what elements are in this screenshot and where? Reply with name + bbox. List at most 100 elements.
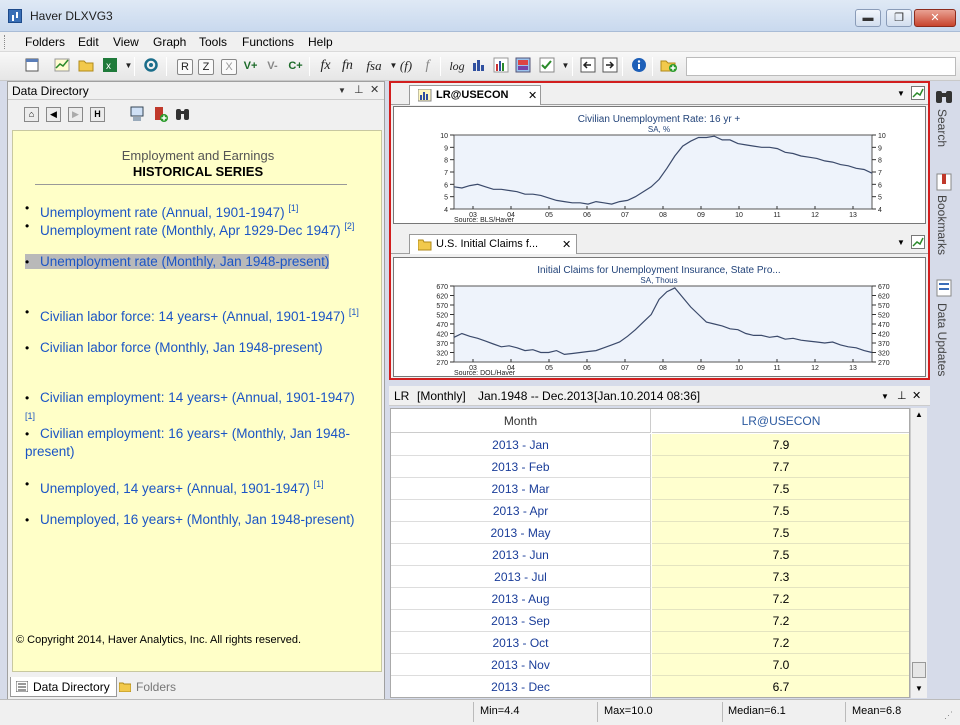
chart1-export-icon[interactable] bbox=[911, 86, 925, 100]
binoculars-icon[interactable] bbox=[174, 106, 191, 123]
close-button[interactable]: ✕ bbox=[914, 9, 956, 27]
menu-tools[interactable]: Tools bbox=[199, 35, 227, 49]
checklist-icon[interactable] bbox=[537, 57, 556, 76]
refresh-icon[interactable] bbox=[141, 57, 160, 76]
table-cell-month[interactable]: 2013 - Sep bbox=[391, 610, 651, 632]
link-labor-force-annual[interactable]: • Civilian labor force: 14 years+ (Annual… bbox=[25, 303, 365, 326]
tab-folders[interactable]: Folders bbox=[114, 677, 182, 697]
panel-menu-icon[interactable]: ▼ bbox=[338, 86, 346, 95]
scroll-down-icon[interactable]: ▼ bbox=[915, 684, 923, 693]
link-unemp-monthly-1948[interactable]: • Unemployment rate (Monthly, Jan 1948-pr… bbox=[25, 253, 365, 271]
link-labor-force-monthly[interactable]: • Civilian labor force (Monthly, Jan 1948… bbox=[25, 339, 365, 357]
panel-close-icon[interactable]: ✕ bbox=[370, 83, 379, 96]
minimize-button[interactable]: ▬ bbox=[855, 9, 881, 27]
table-cell-value[interactable]: 7.5 bbox=[652, 522, 909, 544]
table-cell-value[interactable]: 7.0 bbox=[652, 654, 909, 676]
scroll-up-icon[interactable]: ▲ bbox=[915, 410, 923, 419]
bookmark-add-icon[interactable] bbox=[152, 106, 169, 123]
menu-view[interactable]: View bbox=[113, 35, 139, 49]
v-minus-button[interactable]: V- bbox=[263, 57, 282, 76]
menu-graph[interactable]: Graph bbox=[153, 35, 186, 49]
table-cell-month[interactable]: 2013 - Jun bbox=[391, 544, 651, 566]
pin-icon[interactable]: ⊥ bbox=[354, 83, 364, 96]
link-employment-annual[interactable]: • Civilian employment: 14 years+ (Annual,… bbox=[25, 389, 365, 430]
f-small-button[interactable]: f bbox=[418, 57, 437, 76]
scroll-thumb[interactable] bbox=[912, 662, 926, 678]
x-button[interactable]: X bbox=[221, 59, 237, 75]
tab-data-directory[interactable]: Data Directory bbox=[10, 677, 117, 697]
table-cell-value[interactable]: 7.2 bbox=[652, 610, 909, 632]
new-icon[interactable] bbox=[22, 57, 41, 76]
table-cell-value[interactable]: 7.2 bbox=[652, 632, 909, 654]
table-cell-month[interactable]: 2013 - Aug bbox=[391, 588, 651, 610]
back-arrow-icon[interactable] bbox=[578, 57, 597, 76]
table-cell-month[interactable]: 2013 - Jul bbox=[391, 566, 651, 588]
log-button[interactable]: log bbox=[446, 57, 468, 76]
chart1-tab-close[interactable]: ✕ bbox=[528, 89, 537, 102]
search-binoculars-icon[interactable] bbox=[934, 87, 954, 107]
link-icon[interactable] bbox=[130, 106, 147, 123]
table-cell-value[interactable]: 7.5 bbox=[652, 500, 909, 522]
chart2-tab-close[interactable]: ✕ bbox=[562, 238, 571, 251]
table-pin-icon[interactable]: ⊥ bbox=[897, 389, 907, 402]
chart2-menu-icon[interactable]: ▼ bbox=[897, 238, 905, 247]
sidebar-data-updates[interactable]: Data Updates bbox=[935, 303, 949, 376]
table-scrollbar[interactable]: ▲ ▼ bbox=[910, 408, 927, 698]
multi-bar-icon[interactable] bbox=[491, 57, 510, 76]
table-cell-month[interactable]: 2013 - Jan bbox=[391, 434, 651, 456]
menu-functions[interactable]: Functions bbox=[242, 35, 294, 49]
table-cell-value[interactable]: 7.2 bbox=[652, 588, 909, 610]
link-employment-monthly[interactable]: • Civilian employment: 16 years+ (Monthly… bbox=[25, 425, 365, 461]
table-cell-month[interactable]: 2013 - Apr bbox=[391, 500, 651, 522]
resize-grip-icon[interactable]: ⋰ bbox=[944, 710, 953, 721]
v-plus-button[interactable]: V+ bbox=[241, 57, 260, 76]
forward-icon[interactable]: ▶ bbox=[68, 107, 83, 122]
chart-icon[interactable] bbox=[52, 57, 71, 76]
add-folder-icon[interactable] bbox=[659, 57, 678, 76]
table-cell-month[interactable]: 2013 - Nov bbox=[391, 654, 651, 676]
folder-icon[interactable] bbox=[76, 57, 95, 76]
menu-edit[interactable]: Edit bbox=[78, 35, 99, 49]
f-paren-button[interactable]: (f) bbox=[395, 57, 417, 76]
table-cell-month[interactable]: 2013 - Oct bbox=[391, 632, 651, 654]
link-unemployed-monthly[interactable]: • Unemployed, 16 years+ (Monthly, Jan 194… bbox=[25, 511, 365, 529]
r-button[interactable]: R bbox=[177, 59, 193, 75]
table-cell-month[interactable]: 2013 - May bbox=[391, 522, 651, 544]
table-cell-value[interactable]: 7.9 bbox=[652, 434, 909, 456]
bar-chart-icon[interactable] bbox=[469, 57, 488, 76]
table-cell-month[interactable]: 2013 - Feb bbox=[391, 456, 651, 478]
fx-button[interactable]: fx bbox=[316, 57, 335, 76]
bookmark-icon[interactable] bbox=[936, 173, 952, 191]
c-plus-button[interactable]: C+ bbox=[286, 57, 305, 76]
fn-button[interactable]: fn bbox=[338, 57, 357, 76]
back-icon[interactable]: ◀ bbox=[46, 107, 61, 122]
chart2-export-icon[interactable] bbox=[911, 235, 925, 249]
link-unemployed-annual[interactable]: • Unemployed, 14 years+ (Annual, 1901-194… bbox=[25, 475, 365, 498]
maximize-button[interactable]: ❐ bbox=[886, 9, 912, 27]
table-cell-value[interactable]: 7.7 bbox=[652, 456, 909, 478]
fsa-button[interactable]: fsa bbox=[362, 57, 386, 76]
color-chart-icon[interactable] bbox=[513, 57, 532, 76]
excel-icon[interactable]: x bbox=[100, 57, 119, 76]
data-updates-icon[interactable] bbox=[936, 279, 952, 297]
sidebar-search[interactable]: Search bbox=[935, 109, 949, 147]
chart-splitter[interactable] bbox=[391, 226, 928, 230]
table-cell-value[interactable]: 6.7 bbox=[652, 676, 909, 697]
forward-arrow-icon[interactable] bbox=[600, 57, 619, 76]
info-icon[interactable] bbox=[629, 57, 648, 76]
table-cell-month[interactable]: 2013 - Mar bbox=[391, 478, 651, 500]
chart1-menu-icon[interactable]: ▼ bbox=[897, 89, 905, 98]
column-header-month[interactable]: Month bbox=[391, 409, 651, 433]
home-icon[interactable]: ⌂ bbox=[24, 107, 39, 122]
excel-dropdown-icon[interactable]: ▼ bbox=[119, 57, 138, 76]
link-unemp-monthly-1929[interactable]: • Unemployment rate (Monthly, Apr 1929-De… bbox=[25, 217, 365, 240]
table-menu-icon[interactable]: ▼ bbox=[881, 392, 889, 401]
table-close-icon[interactable]: ✕ bbox=[912, 389, 921, 402]
history-icon[interactable]: H bbox=[90, 107, 105, 122]
chart1-tab[interactable]: LR@USECON ✕ bbox=[409, 85, 541, 105]
chart2-tab[interactable]: U.S. Initial Claims f... ✕ bbox=[409, 234, 577, 254]
menu-folders[interactable]: Folders bbox=[25, 35, 65, 49]
sidebar-bookmarks[interactable]: Bookmarks bbox=[935, 195, 949, 255]
table-cell-value[interactable]: 7.5 bbox=[652, 478, 909, 500]
menu-help[interactable]: Help bbox=[308, 35, 333, 49]
